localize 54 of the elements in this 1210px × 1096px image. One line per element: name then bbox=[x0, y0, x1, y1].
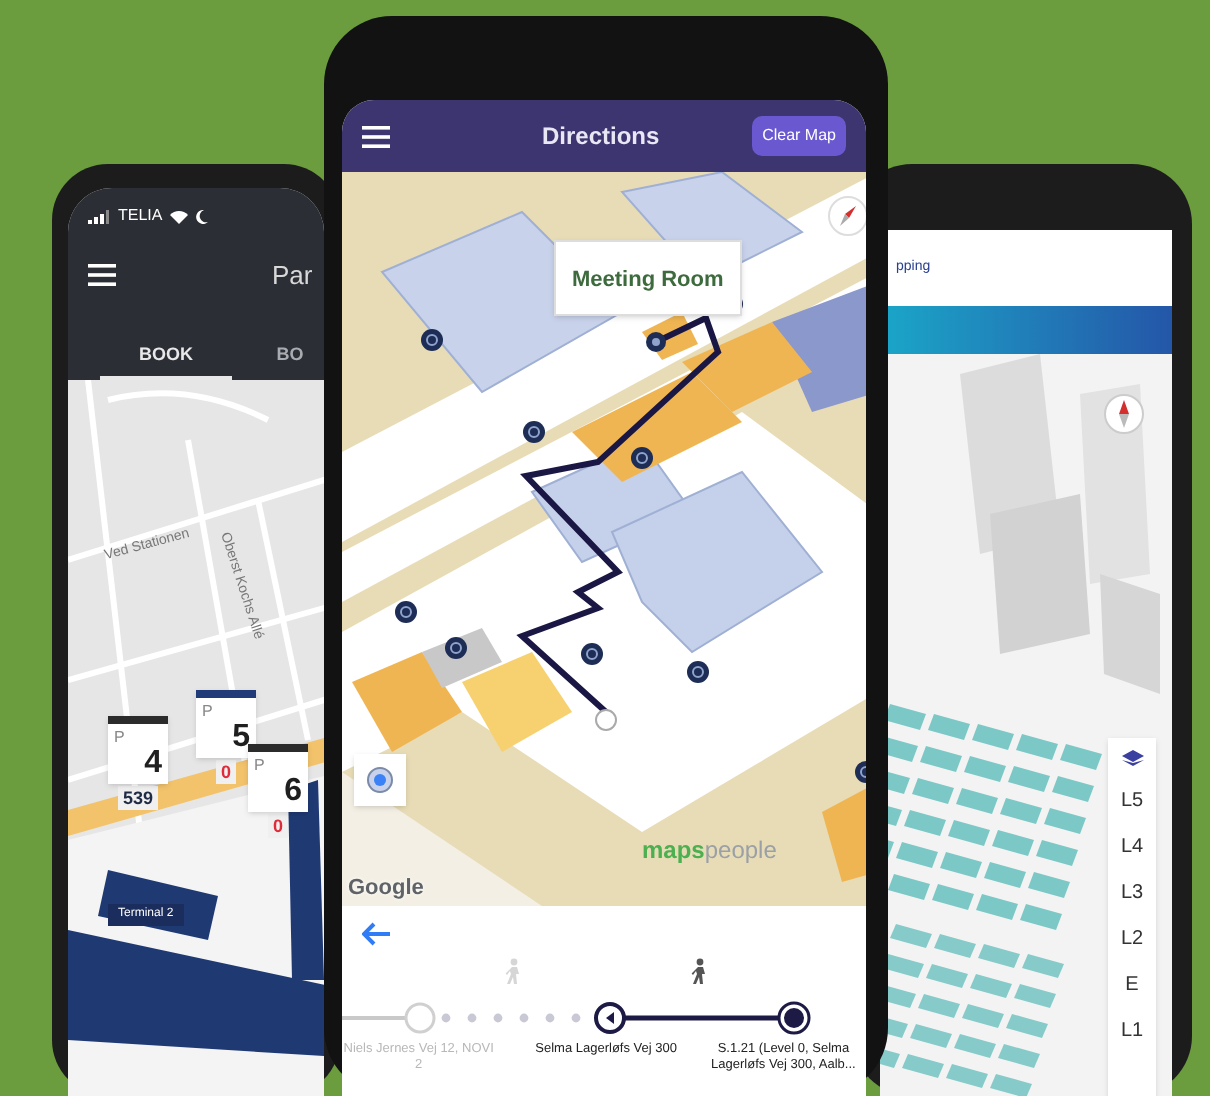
map-pin-icon[interactable] bbox=[421, 329, 443, 351]
menu-icon[interactable] bbox=[362, 125, 390, 147]
route-dot bbox=[493, 1013, 503, 1023]
signal-icon bbox=[88, 209, 110, 223]
parking-letter: P bbox=[254, 754, 265, 778]
parking-letter: P bbox=[114, 726, 125, 750]
parking-count: 0 bbox=[268, 814, 287, 838]
destination-marker bbox=[646, 332, 666, 352]
moon-icon bbox=[196, 209, 209, 223]
map-pin-icon[interactable] bbox=[445, 637, 467, 659]
walking-person-icon bbox=[504, 958, 522, 986]
level-option[interactable]: L3 bbox=[1120, 884, 1144, 904]
map-pin-icon[interactable] bbox=[687, 661, 709, 683]
compass-icon[interactable] bbox=[1104, 394, 1144, 434]
route-dot bbox=[441, 1013, 451, 1023]
location-target-icon bbox=[364, 764, 396, 796]
map-pin-icon[interactable] bbox=[855, 761, 866, 783]
clear-map-button[interactable]: Clear Map bbox=[752, 116, 846, 156]
level-option[interactable]: L1 bbox=[1120, 1022, 1144, 1042]
route-step-marker[interactable] bbox=[594, 1002, 626, 1034]
back-arrow-icon[interactable] bbox=[362, 922, 390, 946]
my-location-button[interactable] bbox=[354, 754, 406, 806]
level-option[interactable]: L2 bbox=[1120, 930, 1144, 950]
walking-person-icon bbox=[690, 958, 708, 986]
logo-text: maps bbox=[642, 834, 705, 868]
parking-letter: P bbox=[202, 700, 213, 724]
layers-icon[interactable] bbox=[1121, 750, 1143, 766]
map-pin-icon[interactable] bbox=[395, 601, 417, 623]
map-pin-icon[interactable] bbox=[631, 447, 653, 469]
map-pin-icon[interactable] bbox=[581, 643, 603, 665]
parking-number: 4 bbox=[144, 748, 162, 780]
parking-count: 539 bbox=[118, 786, 158, 810]
route-dot bbox=[519, 1013, 529, 1023]
wifi-icon bbox=[170, 209, 189, 223]
tab[interactable]: BO bbox=[268, 333, 312, 380]
screen-title: Directions bbox=[542, 120, 660, 154]
logo-text: people bbox=[704, 834, 777, 868]
popup-title: Meeting Room bbox=[572, 268, 724, 292]
menu-icon[interactable] bbox=[88, 264, 116, 287]
map-attribution: Google bbox=[348, 874, 424, 904]
app-title: Par bbox=[272, 258, 313, 294]
parking-number: 5 bbox=[232, 722, 250, 754]
route-dot bbox=[545, 1013, 555, 1023]
compass-icon[interactable] bbox=[828, 196, 866, 236]
parking-number: 6 bbox=[284, 776, 302, 808]
level-option[interactable]: L5 bbox=[1120, 792, 1144, 812]
route-step-marker[interactable] bbox=[777, 1001, 811, 1035]
carrier-name: TELIA bbox=[118, 208, 163, 224]
parking-count: 0 bbox=[216, 760, 235, 784]
map-pin-icon[interactable] bbox=[523, 421, 545, 443]
level-option[interactable]: E bbox=[1125, 976, 1139, 996]
route-dot bbox=[467, 1013, 477, 1023]
level-option[interactable]: L4 bbox=[1120, 838, 1144, 858]
route-dot bbox=[571, 1013, 581, 1023]
